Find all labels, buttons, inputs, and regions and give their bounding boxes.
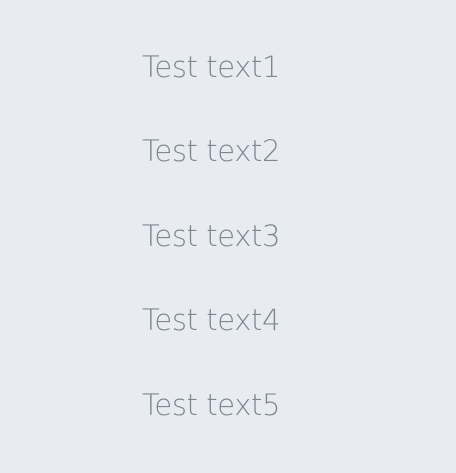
list-item-5: Test text5	[141, 388, 280, 422]
list-item-3: Test text3	[141, 219, 280, 253]
list-item-2: Test text2	[141, 134, 280, 168]
text-list: Test text1 Test text2 Test text3 Test te…	[0, 0, 456, 473]
list-item-4: Test text4	[141, 303, 280, 337]
list-item-1: Test text1	[141, 50, 280, 84]
